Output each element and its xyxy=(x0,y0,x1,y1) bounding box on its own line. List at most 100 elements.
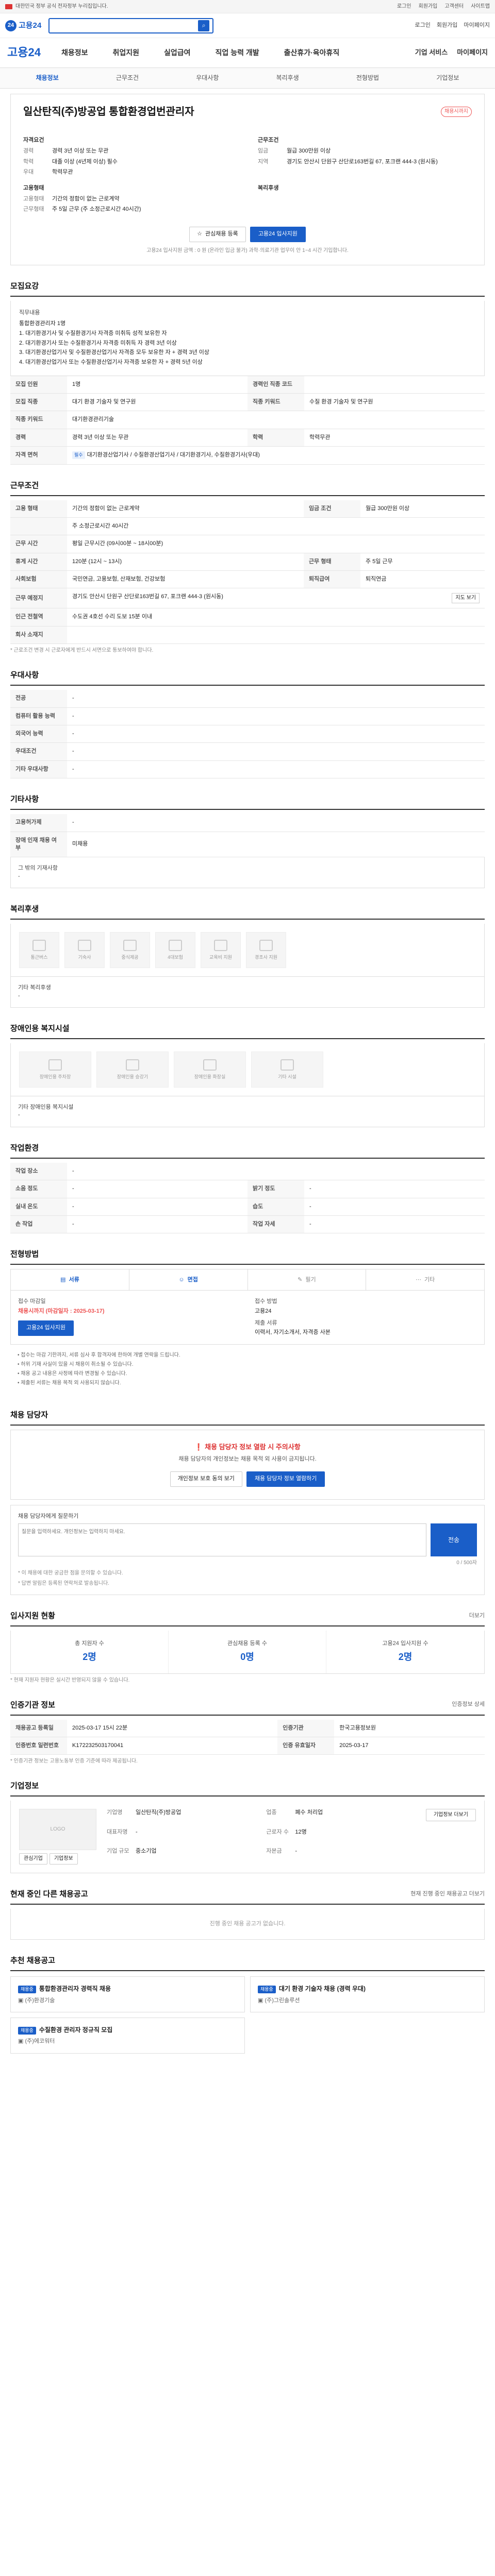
deadline-badge: 채용시까지 xyxy=(441,107,472,117)
cell-value: 월급 300만원 이상 xyxy=(360,500,485,518)
top-link-sitemap[interactable]: 사이트맵 xyxy=(471,3,490,10)
company-info-button[interactable]: 기업정보 xyxy=(49,1853,78,1865)
recommend-card[interactable]: 채용중 대기 환경 기술자 채용 (경력 우대) ▣ (주)그린솔루션 xyxy=(250,1976,485,2012)
tab-preference[interactable]: 우대사항 xyxy=(168,74,248,82)
process-section: 전형방법 ▤ 서류 ☺ 면접 ✎ 필기 ⋯ 기타 접수 마감일 채용시까지 (마감일자 … xyxy=(10,1249,485,1394)
contact-title: 채용 담당자 xyxy=(10,1410,485,1426)
search-input[interactable] xyxy=(53,22,199,29)
cell-key: 우대조건 xyxy=(10,742,67,761)
qna-count: 0 / 500자 xyxy=(456,1560,477,1566)
tab-company[interactable]: 기업정보 xyxy=(408,74,488,82)
restroom-icon xyxy=(203,1059,217,1071)
building-icon: ▣ xyxy=(258,1997,265,2004)
site-logo[interactable]: 24 고용24 xyxy=(5,20,41,31)
facility-item: 장애인용 화장실 xyxy=(174,1051,246,1088)
summary-welfare: 복리후생 xyxy=(258,179,472,216)
stat-label: 고용24 입사지원 수 xyxy=(382,1640,428,1647)
step-other: ⋯ 기타 xyxy=(366,1269,484,1290)
header-link-login[interactable]: 로그인 xyxy=(415,22,431,29)
company-value: - xyxy=(136,1828,138,1835)
workenv-title: 작업환경 xyxy=(10,1143,485,1159)
search-icon[interactable]: ⌕ xyxy=(198,20,210,31)
cell-value: 2025-03-17 xyxy=(334,1737,485,1755)
table-row: 회사 소재지 xyxy=(10,626,485,645)
privacy-button[interactable]: 개인정보 보호 동의 보기 xyxy=(170,1471,242,1487)
nav-item-mypage[interactable]: 마이페이지 xyxy=(457,48,488,57)
table-row: 주 소정근로시간 40시간 xyxy=(10,517,485,536)
disability-extra-value: - xyxy=(18,1112,20,1118)
recruit-table: 모집 인원 1명 경력인 직종 코드 모집 직종 대기 환경 기술자 및 연구원 직종 … xyxy=(10,376,485,465)
cell-value: - xyxy=(67,742,485,761)
summary-row: 임금 월급 300만원 이상 xyxy=(258,147,472,155)
cell-value: - xyxy=(67,725,485,743)
stat-cell: 고용24 입사지원 수 2명 xyxy=(326,1631,484,1673)
nav-item-jobs[interactable]: 채용정보 xyxy=(61,48,88,58)
cell-key: 근무 시간 xyxy=(10,535,67,553)
cell-value: 경력 3년 이상 또는 무관 xyxy=(67,429,248,447)
parking-icon xyxy=(48,1059,62,1071)
process-note: • 제출된 서류는 채용 목적 외 사용되지 않습니다. xyxy=(18,1380,121,1386)
license-chip: 필수 xyxy=(72,451,85,459)
header-link-mypage[interactable]: 마이페이지 xyxy=(464,22,490,29)
qna-send-button[interactable]: 전송 xyxy=(431,1523,477,1557)
cell-key: 채용공고 등록일 xyxy=(10,1719,67,1737)
company-interest-button[interactable]: 관심기업 xyxy=(19,1853,47,1865)
process-apply-button[interactable]: 고용24 입사지원 xyxy=(18,1320,74,1336)
preference-table: 전공 - 컴퓨터 활용 능력 - 외국어 능력 - 우대조건 - 기타 우대사항 - xyxy=(10,690,485,779)
company-value: 중소기업 xyxy=(136,1848,157,1855)
insurance-icon xyxy=(169,939,182,951)
company-section: 기업정보 LOGO 관심기업 기업정보 기업명 일산탄직(주)방공업 업종 폐수 처… xyxy=(10,1781,485,1874)
stats-grid: 총 지원자 수 2명 관심채용 등록 수 0명 고용24 입사지원 수 2명 xyxy=(10,1631,485,1674)
cell-value xyxy=(304,376,485,394)
cell-value: - xyxy=(304,1198,485,1216)
nav-item-support[interactable]: 취업지원 xyxy=(112,48,139,58)
company-btn-label: 기업정보 xyxy=(54,1856,73,1862)
summary-row: 지역 경기도 안산시 단원구 산단로163번길 67, 포크랜 444-3 (원시… xyxy=(258,158,472,166)
welfare-item: 교육비 지원 xyxy=(201,932,241,969)
cert-more-button[interactable]: 인증정보 상세 xyxy=(452,1701,485,1708)
tab-conditions[interactable]: 근무조건 xyxy=(87,74,167,82)
tab-welfare[interactable]: 복리후생 xyxy=(248,74,327,82)
building-icon: ▣ xyxy=(18,1997,25,2004)
table-row: 기타 우대사항 - xyxy=(10,760,485,779)
nav-item-benefits[interactable]: 실업급여 xyxy=(164,48,191,58)
interest-button[interactable]: ☆ 관심채용 등록 xyxy=(189,226,246,242)
cell-value: - xyxy=(67,1180,248,1198)
view-contact-button[interactable]: 채용 담당자 정보 열람하기 xyxy=(246,1471,325,1487)
disability-extra-label: 기타 장애인용 복지시설 xyxy=(18,1104,74,1110)
other-jobs-section: 현재 중인 다른 채용공고 현재 진행 중인 채용공고 더보기 진행 중인 채용 … xyxy=(10,1889,485,1940)
company-detail-button[interactable]: 기업정보 더보기 xyxy=(425,1809,476,1822)
apply-button-label: 고용24 입사지원 xyxy=(258,231,298,238)
stats-more-link[interactable]: 더보기 xyxy=(469,1612,485,1620)
facility-other-icon xyxy=(280,1059,294,1071)
top-link-help[interactable]: 고객센터 xyxy=(444,3,464,10)
disability-title: 장애인용 복지시설 xyxy=(10,1023,485,1039)
recommend-card[interactable]: 채용중 통합환경관리자 경력직 채용 ▣ (주)환경기술 xyxy=(10,1976,245,2012)
nav-item-training[interactable]: 직업 능력 개발 xyxy=(216,48,259,58)
top-link-signup[interactable]: 회원가입 xyxy=(419,3,438,10)
welfare-extra-label: 기타 복리후생 xyxy=(18,985,51,991)
map-button[interactable]: 지도 보기 xyxy=(452,593,480,604)
recommend-company: (주)에코워터 xyxy=(25,2038,55,2045)
process-note: • 허위 기재 사실이 있을 시 채용이 취소될 수 있습니다. xyxy=(18,1361,134,1367)
nav-item-leave[interactable]: 출산휴가·육아휴직 xyxy=(284,48,340,58)
qna-input[interactable] xyxy=(18,1523,426,1557)
table-row: 장애 인재 채용 여부 미채용 xyxy=(10,832,485,858)
recommend-card[interactable]: 채용중 수질환경 관리자 정규직 모집 ▣ (주)에코워터 xyxy=(10,2017,245,2054)
tab-recruit[interactable]: 채용정보 xyxy=(7,74,87,82)
top-link-login[interactable]: 로그인 xyxy=(397,3,411,10)
tab-process[interactable]: 전형방법 xyxy=(327,74,407,82)
cell-value: 기간의 정함이 없는 근로계약 xyxy=(67,500,304,518)
disability-extra: 기타 장애인용 복지시설 - xyxy=(10,1096,485,1127)
step-label: 서류 xyxy=(69,1276,79,1283)
apply-button[interactable]: 고용24 입사지원 xyxy=(250,226,306,242)
other-jobs-more-link[interactable]: 현재 진행 중인 채용공고 더보기 xyxy=(410,1890,485,1898)
nav-brand[interactable]: 고용24 xyxy=(7,45,41,61)
stat-value: 2명 xyxy=(398,1652,412,1663)
header-link-signup[interactable]: 회원가입 xyxy=(437,22,457,29)
cell-value: - xyxy=(67,760,485,779)
method-label: 접수 방법 xyxy=(255,1298,277,1305)
job-summary: 일산탄직(주)방공업 통합환경업번관리자 채용시까지 자격요건 경력 경력 3년 … xyxy=(10,94,485,265)
nav-item-corp[interactable]: 기업 서비스 xyxy=(415,48,448,57)
work-line: 1. 대기환경기사 및 수질환경기사 자격증 미취득 성적 보유한 자 xyxy=(19,330,167,336)
